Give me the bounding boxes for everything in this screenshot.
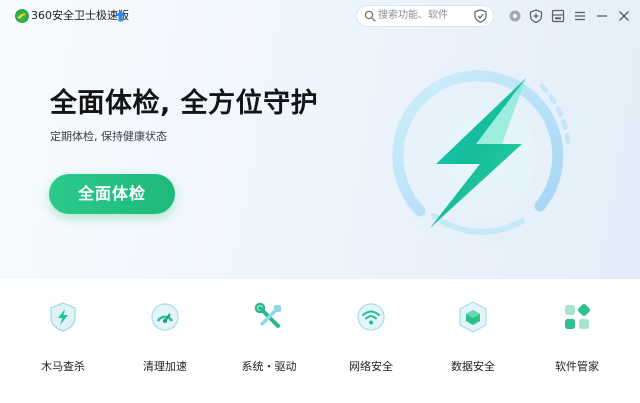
minimize-icon[interactable] xyxy=(595,9,609,23)
tool-label: 软件管家 xyxy=(555,360,599,373)
settings-gear-icon[interactable] xyxy=(508,9,522,23)
tool-label: 清理加速 xyxy=(143,360,187,373)
full-checkup-button[interactable]: 全面体检 xyxy=(49,174,175,214)
upgrade-arrow-icon[interactable] xyxy=(115,10,126,22)
shield-check-icon[interactable] xyxy=(474,9,487,23)
search-box[interactable]: 搜索功能、软件 xyxy=(356,5,494,27)
data-security-icon xyxy=(459,301,487,333)
close-icon[interactable] xyxy=(617,9,631,23)
tool-label: 网络安全 xyxy=(349,360,393,373)
system-driver-icon xyxy=(254,302,281,328)
hero-subline: 定期体检, 保持健康状态 xyxy=(50,130,167,143)
search-placeholder: 搜索功能、软件 xyxy=(378,10,448,21)
title-bar: 360安全卫士极速版 搜索功能、软件 xyxy=(0,0,640,32)
tool-label: 系统・驱动 xyxy=(241,360,297,373)
tool-network-security[interactable]: 网络安全 xyxy=(326,300,416,380)
network-security-icon xyxy=(357,303,385,331)
tool-system-driver[interactable]: 系统・驱动 xyxy=(224,300,314,380)
lightning-shield-illustration xyxy=(386,64,571,248)
skin-box-icon[interactable] xyxy=(551,9,565,23)
trojan-scan-icon xyxy=(50,302,76,332)
tool-data-security[interactable]: 数据安全 xyxy=(428,300,518,380)
tool-trojan-scan[interactable]: 木马查杀 xyxy=(18,300,108,380)
tool-software-manager[interactable]: 软件管家 xyxy=(532,300,622,380)
tool-label: 数据安全 xyxy=(451,360,495,373)
security-shield-icon[interactable] xyxy=(529,9,543,23)
software-manager-icon xyxy=(565,303,591,329)
cleanup-speed-icon xyxy=(151,303,179,331)
tool-label: 木马查杀 xyxy=(41,360,85,373)
app-logo-icon xyxy=(15,9,29,23)
menu-icon[interactable] xyxy=(573,9,587,23)
tool-cleanup-speed[interactable]: 清理加速 xyxy=(120,300,210,380)
search-icon xyxy=(364,10,376,22)
hero-headline: 全面体检, 全方位守护 xyxy=(50,88,319,119)
